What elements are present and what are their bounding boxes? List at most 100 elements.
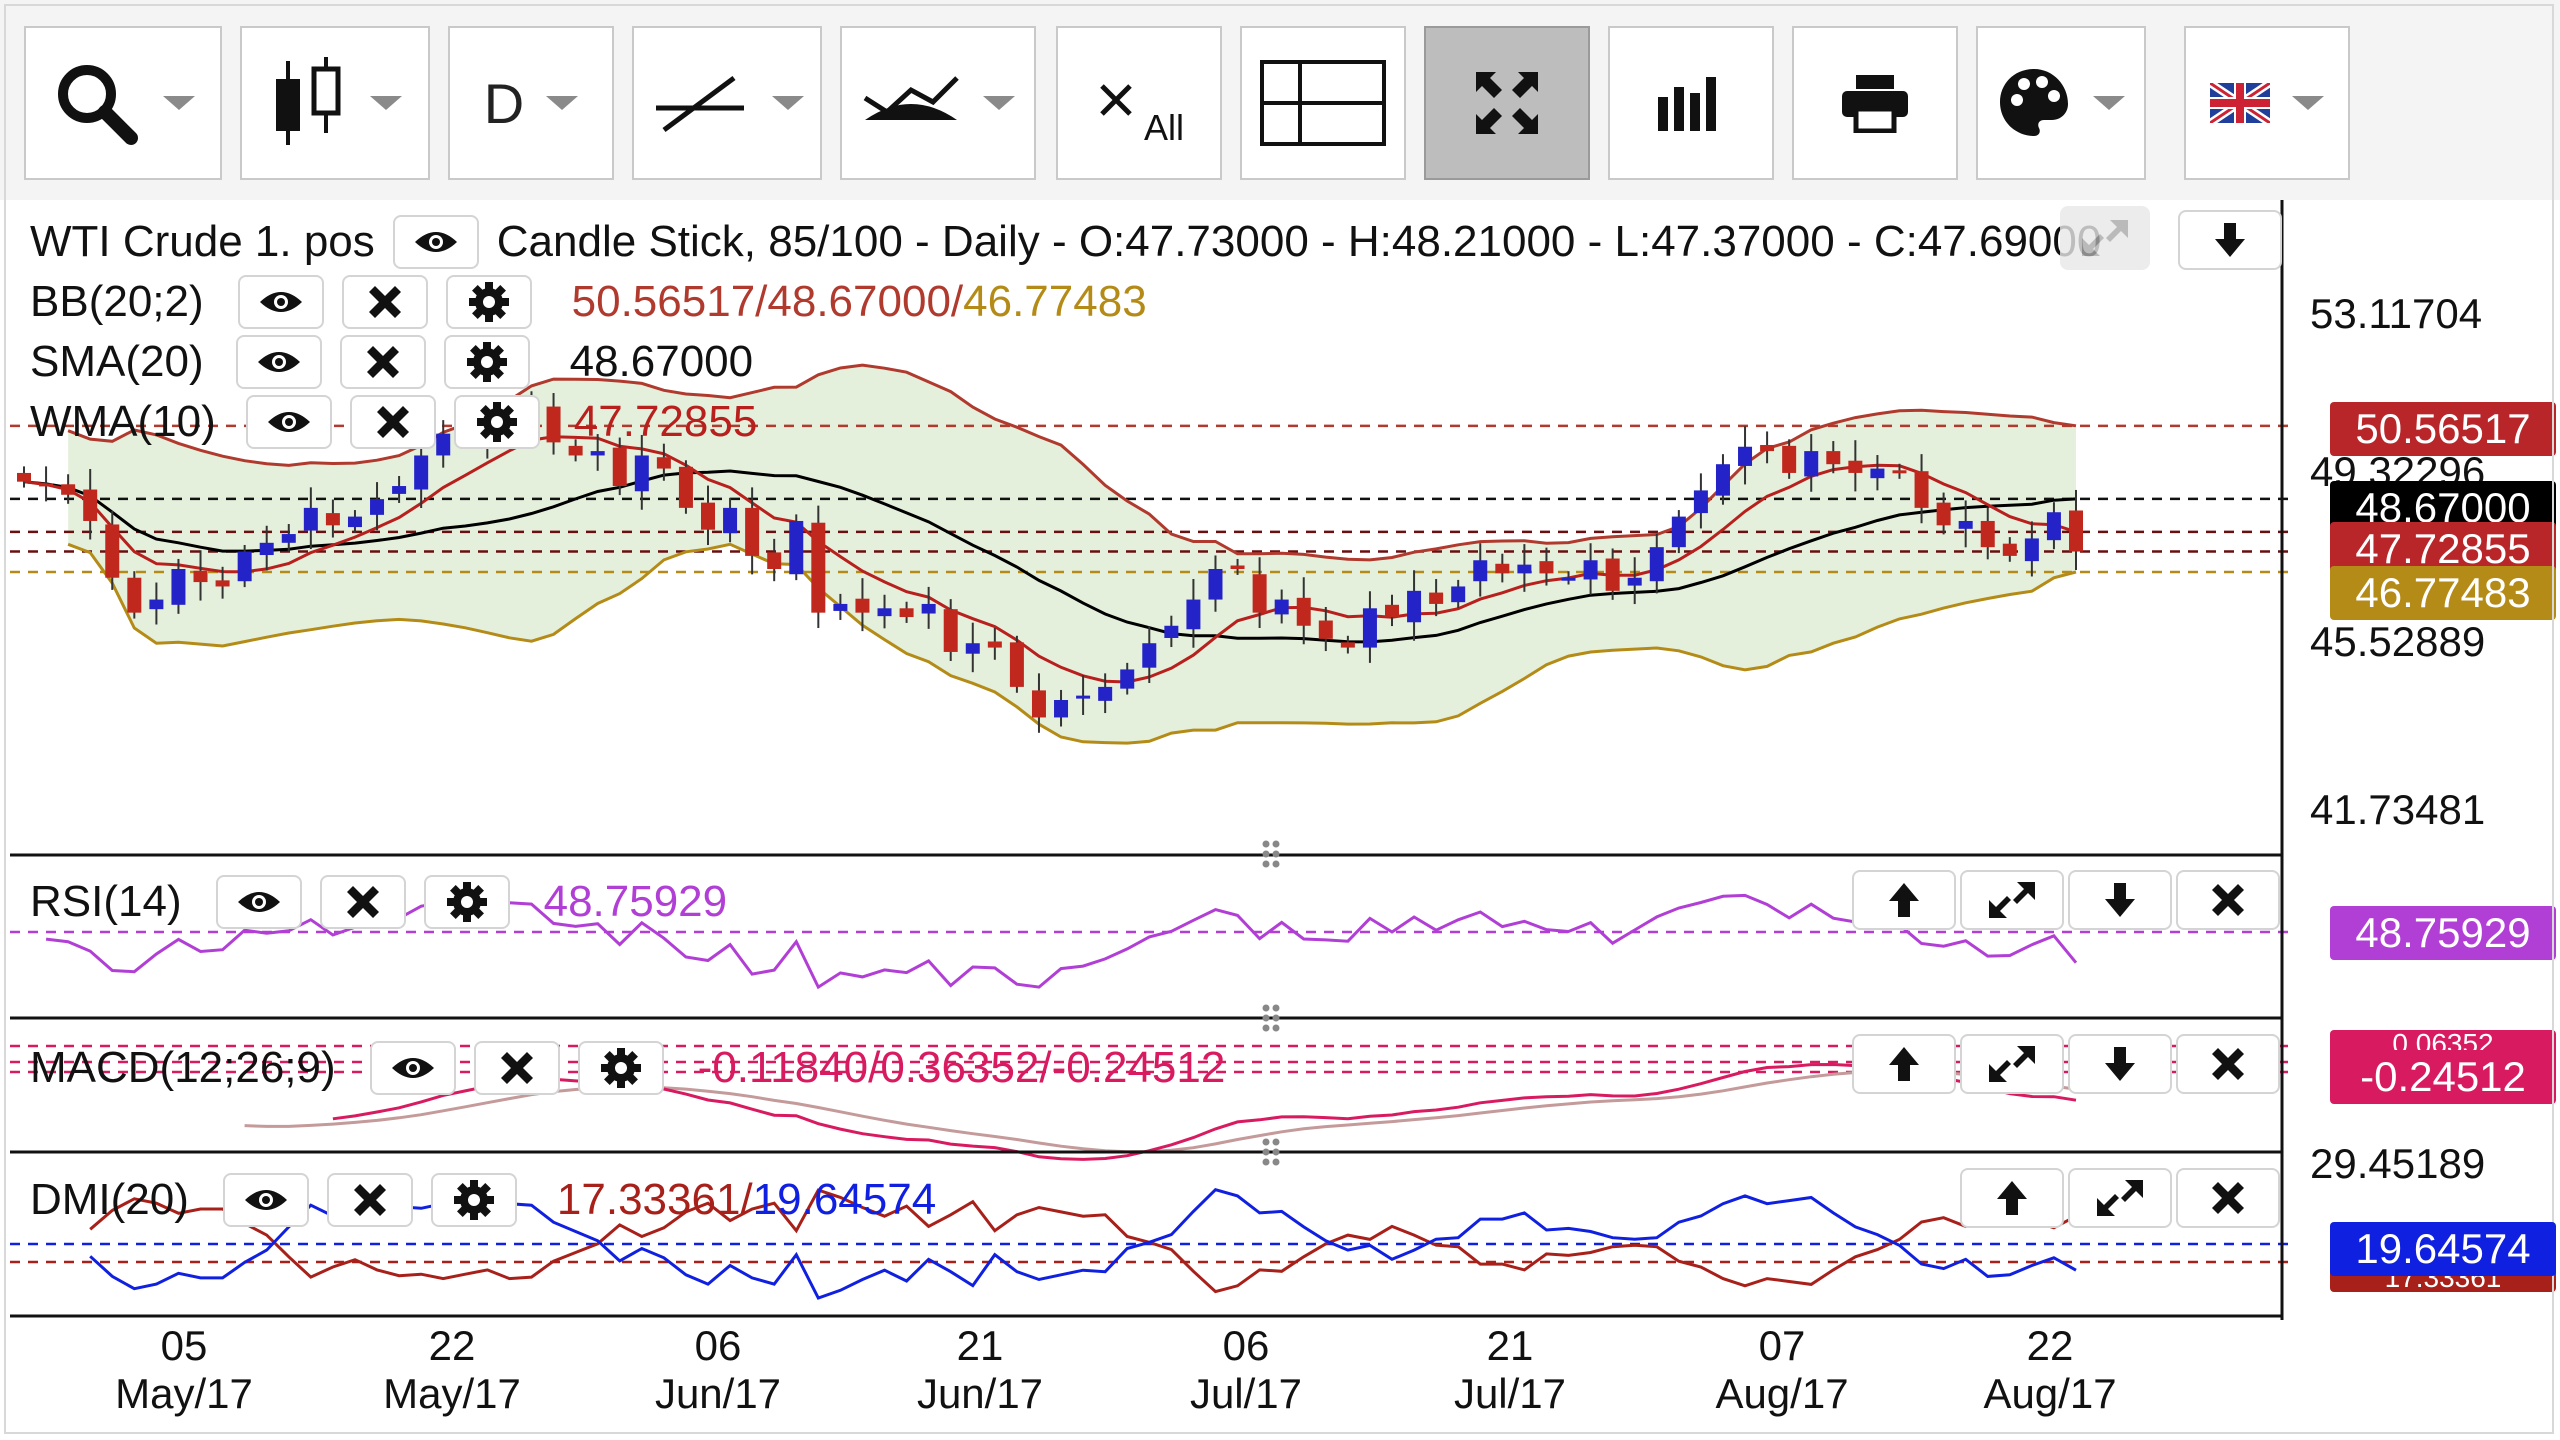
candle-body: [1407, 590, 1422, 623]
chart-type-button[interactable]: [240, 26, 430, 180]
macd-row: MACD(12;26;9) -0.11840/0.36352/-0.24512: [30, 1040, 1225, 1096]
dmi-drag-handle: [1262, 1138, 1270, 1146]
close-icon: [366, 346, 399, 378]
expand-main-button[interactable]: [2060, 206, 2150, 270]
gear-icon: [446, 882, 487, 922]
dmi-settings-button[interactable]: [430, 1173, 517, 1227]
indicator-icon: [863, 76, 959, 120]
clear-all-button[interactable]: All: [1056, 26, 1222, 180]
candle-body: [701, 502, 715, 530]
candle-body: [1804, 451, 1819, 477]
rsi-visibility-button[interactable]: [215, 875, 302, 929]
period-button[interactable]: D: [448, 26, 614, 180]
macd-visibility-button[interactable]: [369, 1041, 456, 1095]
language-button[interactable]: [2184, 26, 2350, 180]
wma-visibility-button[interactable]: [245, 395, 332, 449]
draw-line-button[interactable]: [632, 26, 822, 180]
macd-drag-handle: [1272, 1014, 1280, 1022]
candle-body: [193, 570, 208, 583]
candle-body: [39, 483, 54, 487]
search-button[interactable]: [24, 26, 222, 180]
bb-settings-button[interactable]: [445, 275, 532, 329]
date-month: May/17: [383, 1370, 521, 1417]
sma-remove-button[interactable]: [339, 335, 426, 389]
wma-value: 47.72855: [573, 397, 758, 446]
date-day: 06: [1222, 1322, 1270, 1369]
fullscreen-button[interactable]: [1424, 26, 1590, 180]
print-button[interactable]: [1792, 26, 1958, 180]
date-month: Jul/17: [1453, 1370, 1567, 1417]
candle-body: [1738, 446, 1753, 466]
chart-info-text: Candle Stick, 85/100 - Daily - O:47.7300…: [496, 217, 2102, 266]
rsi-row: RSI(14) 48.75929: [30, 874, 727, 930]
macd-drag-handle: [1262, 1024, 1270, 1032]
date-axis-label: 22 Aug/17: [1950, 1322, 2150, 1418]
eye-icon: [244, 1190, 287, 1210]
macd-expand-button[interactable]: [1960, 1034, 2064, 1094]
macd-histogram-tag: -0.24512: [2330, 1050, 2556, 1104]
candle-body: [171, 568, 186, 605]
macd-close-button[interactable]: [2176, 1034, 2280, 1094]
crosshair-icon: [1260, 60, 1386, 146]
wma-settings-button[interactable]: [453, 395, 540, 449]
crosshair-button[interactable]: [1240, 26, 1406, 180]
candle-body: [1098, 686, 1113, 701]
visibility-toggle-button[interactable]: [392, 215, 479, 269]
rsi-move-up-button[interactable]: [1852, 870, 1956, 930]
indicators-button[interactable]: [840, 26, 1036, 180]
candle-body: [414, 455, 429, 490]
candle-body: [723, 507, 738, 534]
candle-body: [2002, 543, 2017, 556]
dmi-move-up-button[interactable]: [1960, 1168, 2064, 1228]
toolbar: D All: [0, 0, 2560, 200]
gear-icon: [600, 1048, 641, 1088]
close-icon: [2212, 1182, 2244, 1214]
volume-button[interactable]: [1608, 26, 1774, 180]
dmi-drag-handle: [1262, 1158, 1270, 1166]
candle-body: [2046, 512, 2061, 541]
candle-body: [590, 451, 605, 456]
theme-button[interactable]: [1976, 26, 2146, 180]
rsi-move-down-button[interactable]: [2068, 870, 2172, 930]
rsi-expand-button[interactable]: [1960, 870, 2064, 930]
rsi-remove-button[interactable]: [319, 875, 406, 929]
dmi-minus-value: 17.33361/: [556, 1175, 753, 1224]
close-icon: [346, 886, 379, 918]
arrow-up-icon: [1889, 1047, 1919, 1081]
rsi-settings-button[interactable]: [423, 875, 510, 929]
wma-remove-button[interactable]: [349, 395, 436, 449]
sma-visibility-button[interactable]: [235, 335, 322, 389]
candle-body: [1054, 699, 1069, 718]
candle-body: [612, 447, 627, 487]
dmi-visibility-button[interactable]: [222, 1173, 309, 1227]
candle-body: [1892, 470, 1907, 474]
bar-chart-icon: [1658, 77, 1716, 131]
macd-settings-button[interactable]: [577, 1041, 664, 1095]
date-axis-label: 06 Jul/17: [1146, 1322, 1346, 1418]
candle-body: [1627, 577, 1642, 586]
date-axis-label: 07 Aug/17: [1682, 1322, 1882, 1418]
candle-body: [1936, 502, 1951, 526]
expand-icon: [1989, 1046, 2035, 1082]
macd-remove-button[interactable]: [473, 1041, 560, 1095]
candle-body: [2069, 510, 2083, 552]
rsi-close-button[interactable]: [2176, 870, 2280, 930]
macd-move-up-button[interactable]: [1852, 1034, 1956, 1094]
candle-body: [943, 609, 958, 652]
dmi-remove-button[interactable]: [326, 1173, 413, 1227]
eye-icon: [267, 412, 310, 432]
move-down-main-button[interactable]: [2178, 210, 2282, 270]
date-axis-label: 22 May/17: [352, 1322, 552, 1418]
candle-body: [1914, 471, 1929, 508]
dmi-expand-button[interactable]: [2068, 1168, 2172, 1228]
date-day: 21: [1486, 1322, 1534, 1369]
bb-visibility-button[interactable]: [237, 275, 324, 329]
date-axis-label: 21 Jul/17: [1410, 1322, 1610, 1418]
bb-remove-button[interactable]: [341, 275, 428, 329]
rsi-value: 48.75929: [543, 877, 728, 926]
sma-settings-button[interactable]: [443, 335, 530, 389]
candle-body: [1429, 592, 1444, 604]
macd-move-down-button[interactable]: [2068, 1034, 2172, 1094]
candle-body: [1715, 464, 1730, 496]
dmi-close-button[interactable]: [2176, 1168, 2280, 1228]
